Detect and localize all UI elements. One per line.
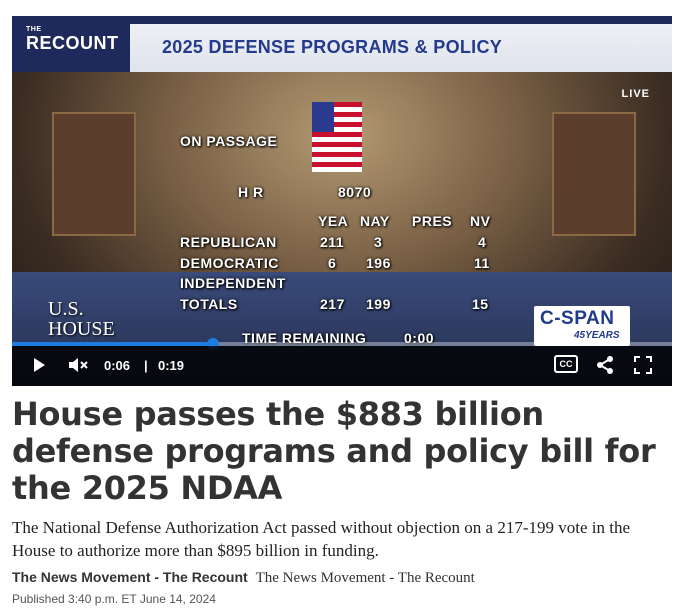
vote-col-nay: NAY [360,213,390,229]
video-controls: 0:06 | 0:19 CC [12,346,672,386]
vote-row-label: REPUBLICAN [180,234,277,250]
recount-logo: THE RECOUNT [12,24,130,72]
play-icon[interactable] [32,357,46,376]
vote-col-nv: NV [470,213,491,229]
vote-cell-nv: 11 [474,255,490,271]
video-player[interactable]: THE RECOUNT 2025 DEFENSE PROGRAMS & POLI… [12,16,672,386]
vote-row-label: DEMOCRATIC [180,255,279,271]
recount-logo-text: RECOUNT [26,33,119,53]
us-house-logo-line2: HOUSE [48,318,115,340]
article-byline: The News Movement - The Recount The News… [12,569,475,587]
us-house-logo-line1: U.S. [48,298,84,320]
vote-col-yea: YEA [318,213,349,229]
vote-col-pres: PRES [412,213,453,229]
duration: 0:19 [158,358,185,373]
chamber-wall-panel-right [552,112,636,236]
us-house-logo: U.S. HOUSE [48,299,115,339]
vote-cell-nv: 4 [478,234,487,250]
banner-title: 2025 DEFENSE PROGRAMS & POLICY [162,37,503,57]
article-headline: House passes the $883 billion defense pr… [12,395,656,507]
vote-on-passage: ON PASSAGE [180,133,278,149]
cspan-logo: C-SPAN 45YEARS [534,306,630,346]
live-indicator: LIVE [621,88,650,100]
chamber-wall-panel-left [52,112,136,236]
vote-cell-nay: 3 [374,234,383,250]
published-timestamp: Published 3:40 p.m. ET June 14, 2024 [12,592,216,606]
video-banner: THE RECOUNT 2025 DEFENSE PROGRAMS & POLI… [12,24,672,72]
vote-row-label: TOTALS [180,296,238,312]
cspan-logo-sub: 45YEARS [574,330,620,341]
fullscreen-icon[interactable] [634,356,652,377]
vote-cell-yea: 211 [320,234,345,250]
vote-cell-yea: 6 [328,255,337,271]
us-flag-canton [312,102,334,132]
muted-speaker-icon[interactable] [68,357,90,376]
time-separator: | [144,358,148,373]
closed-captions-button[interactable]: CC [554,355,578,373]
article-summary: The National Defense Authorization Act p… [12,518,630,560]
recount-logo-small: THE [26,26,42,33]
byline-author-link[interactable]: The News Movement - The Recount [12,569,248,585]
share-icon[interactable] [596,355,614,378]
vote-bill-label: H R [238,184,264,200]
vote-cell-nv: 15 [472,296,489,312]
current-time: 0:06 [104,358,131,373]
vote-cell-yea: 217 [320,296,345,312]
byline-source: The News Movement - The Recount [255,570,475,586]
vote-cell-nay: 196 [366,255,391,271]
vote-row-label: INDEPENDENT [180,275,286,291]
vote-bill-number: 8070 [338,184,372,200]
vote-cell-nay: 199 [366,296,391,312]
cspan-logo-text: C-SPAN [540,308,615,329]
player-top-strip [12,16,672,24]
